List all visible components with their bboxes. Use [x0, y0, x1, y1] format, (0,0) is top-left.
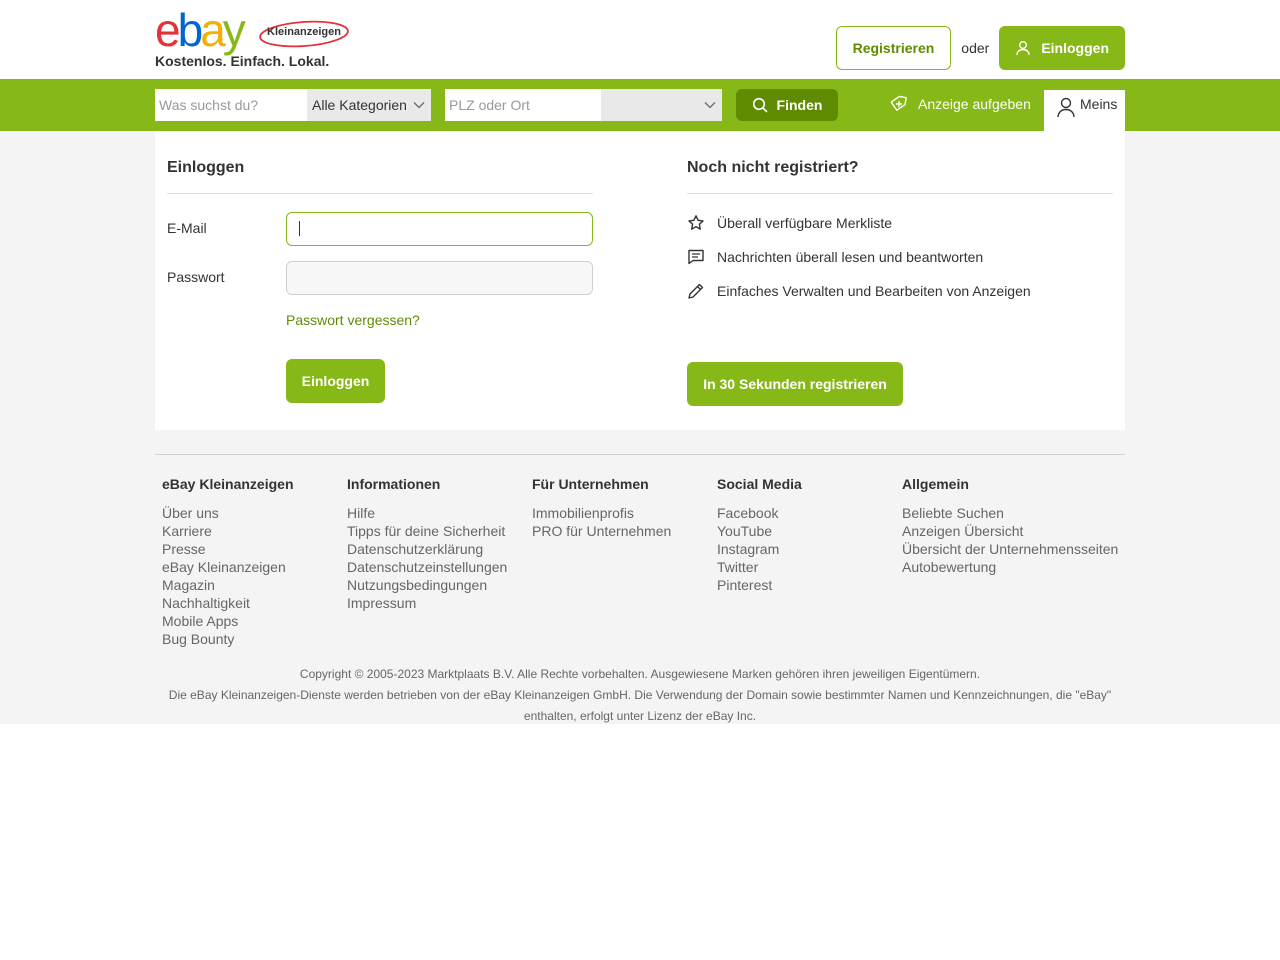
divider — [687, 193, 1113, 194]
feature-item: Überall verfügbare Merkliste — [687, 214, 892, 232]
radius-select[interactable] — [601, 89, 722, 121]
meins-tab[interactable]: Meins — [1044, 90, 1125, 131]
location-input[interactable] — [445, 89, 601, 121]
search-bar: Alle Kategorien Finden Anzeige aufgeben … — [0, 79, 1280, 131]
search-icon — [752, 97, 767, 113]
email-label: E-Mail — [167, 220, 207, 236]
header-login-button[interactable]: Einloggen — [999, 26, 1125, 70]
post-ad-link[interactable]: Anzeige aufgeben — [888, 93, 1031, 115]
copyright-text: Copyright © 2005-2023 Marktplaats B.V. A… — [155, 664, 1125, 727]
forgot-password-link[interactable]: Passwort vergessen? — [286, 312, 420, 328]
copyright-line: Copyright © 2005-2023 Marktplaats B.V. A… — [299, 667, 981, 681]
search-group: Alle Kategorien — [155, 89, 431, 121]
main-content: Einloggen E-Mail Passwort Passwort verge… — [0, 131, 1280, 430]
register-button[interactable]: Registrieren — [835, 26, 952, 70]
user-icon — [1057, 97, 1075, 118]
feature-label: Nachrichten überall lesen und beantworte… — [717, 249, 984, 265]
password-label: Passwort — [167, 269, 225, 285]
footer-link[interactable]: Autobewertung — [902, 558, 1118, 576]
header-login-label: Einloggen — [1041, 40, 1109, 56]
footer-link[interactable]: eBay Kleinanzeigen — [162, 558, 294, 576]
divider — [167, 193, 593, 194]
ebay-wordmark: ebay — [155, 4, 246, 56]
footer-link[interactable]: Bug Bounty — [162, 630, 294, 648]
footer-column-title: eBay Kleinanzeigen — [162, 476, 294, 492]
footer-link[interactable]: Beliebte Suchen — [902, 504, 1118, 522]
footer-link[interactable]: Presse — [162, 540, 294, 558]
footer-column: Allgemein Beliebte Suchen Anzeigen Übers… — [902, 476, 1118, 576]
meins-label: Meins — [1080, 96, 1118, 112]
search-input[interactable] — [155, 89, 307, 121]
footer-link[interactable]: Magazin — [162, 576, 294, 594]
footer-column-title: Informationen — [347, 476, 441, 492]
footer-link[interactable]: Tipps für deine Sicherheit — [347, 522, 507, 540]
tagline: Kostenlos. Einfach. Lokal. — [155, 53, 330, 69]
message-icon — [688, 249, 704, 265]
ebay-kleinanzeigen-logo[interactable]: ebay Kleinanzeigen — [155, 4, 355, 56]
footer-link[interactable]: Hilfe — [347, 504, 507, 522]
user-icon — [1016, 41, 1031, 56]
chevron-down-icon — [704, 102, 716, 109]
footer-link[interactable]: Immobilienprofis — [532, 504, 671, 522]
text-caret — [299, 221, 300, 236]
footer-link[interactable]: Mobile Apps — [162, 612, 294, 630]
login-title: Einloggen — [167, 159, 245, 176]
category-value: Alle Kategorien — [312, 97, 407, 113]
feature-label: Einfaches Verwalten und Bearbeiten von A… — [717, 283, 1031, 299]
footer-column-title: Social Media — [717, 476, 802, 492]
footer-column: Für Unternehmen Immobilienprofis PRO für… — [532, 476, 671, 540]
footer-column: eBay Kleinanzeigen Über uns Karriere Pre… — [162, 476, 294, 648]
footer-link[interactable]: Datenschutzerklärung — [347, 540, 507, 558]
footer-link[interactable]: Instagram — [717, 540, 802, 558]
site-header: ebay Kleinanzeigen Kostenlos. Einfach. L… — [0, 0, 1280, 79]
login-card: Einloggen E-Mail Passwort Passwort verge… — [155, 131, 1125, 430]
footer-link[interactable]: Facebook — [717, 504, 802, 522]
star-icon — [688, 215, 704, 230]
footer-link[interactable]: Twitter — [717, 558, 802, 576]
register-30s-button[interactable]: In 30 Sekunden registrieren — [687, 362, 903, 406]
footer-column-title: Allgemein — [902, 476, 969, 492]
pencil-icon — [688, 283, 704, 299]
footer-link[interactable]: Nutzungsbedingungen — [347, 576, 507, 594]
password-field[interactable] — [286, 261, 593, 295]
find-button[interactable]: Finden — [736, 89, 838, 121]
footer-link[interactable]: PRO für Unternehmen — [532, 522, 671, 540]
feature-item: Nachrichten überall lesen und beantworte… — [687, 248, 983, 266]
footer-link[interactable]: Karriere — [162, 522, 294, 540]
feature-label: Überall verfügbare Merkliste — [717, 215, 893, 231]
footer-link[interactable]: Pinterest — [717, 576, 802, 594]
footer-link[interactable]: Übersicht der Unternehmensseiten — [902, 540, 1118, 558]
footer-column: Informationen Hilfe Tipps für deine Sich… — [347, 476, 507, 612]
footer-column: Social Media Facebook YouTube Instagram … — [717, 476, 802, 594]
location-group — [445, 89, 722, 121]
category-select[interactable]: Alle Kategorien — [307, 89, 431, 121]
footer-link[interactable]: Anzeigen Übersicht — [902, 522, 1118, 540]
chevron-down-icon — [413, 102, 425, 109]
footer-link[interactable]: Über uns — [162, 504, 294, 522]
footer-link[interactable]: YouTube — [717, 522, 802, 540]
find-label: Finden — [776, 97, 823, 113]
login-submit-button[interactable]: Einloggen — [286, 359, 385, 403]
footer-link[interactable]: Datenschutzeinstellungen — [347, 558, 507, 576]
footer-link[interactable]: Impressum — [347, 594, 507, 612]
or-text: oder — [961, 40, 990, 56]
tag-plus-icon — [890, 95, 907, 111]
email-field[interactable] — [286, 212, 593, 246]
site-footer: eBay Kleinanzeigen Über uns Karriere Pre… — [0, 430, 1280, 724]
footer-column-title: Für Unternehmen — [532, 476, 649, 492]
kleinanzeigen-badge: Kleinanzeigen — [258, 19, 350, 49]
feature-item: Einfaches Verwalten und Bearbeiten von A… — [687, 282, 1031, 300]
footer-link[interactable]: Nachhaltigkeit — [162, 594, 294, 612]
post-ad-label: Anzeige aufgeben — [918, 96, 1031, 112]
copyright-line: Die eBay Kleinanzeigen-Dienste werden be… — [168, 688, 1112, 723]
register-title: Noch nicht registriert? — [687, 159, 859, 176]
footer-divider — [155, 454, 1125, 455]
